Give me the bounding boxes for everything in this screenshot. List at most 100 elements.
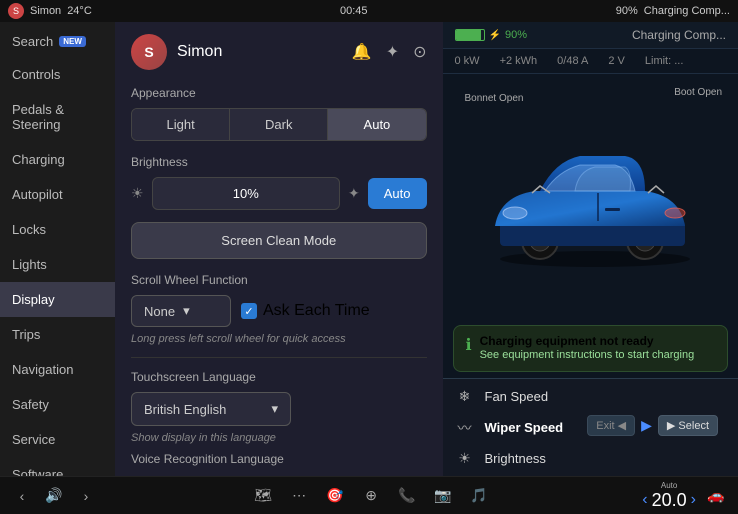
- battery-bar: [455, 29, 485, 41]
- language-value: British English: [144, 402, 226, 417]
- scroll-hint: Long press left scroll wheel for quick a…: [131, 333, 427, 345]
- service-label: Service: [12, 432, 55, 447]
- ask-each-time-checkbox[interactable]: ✓: [241, 303, 257, 319]
- taskbar-center: 🗺 ⋯ 🎯 ⊕ 📞 📷 🎵: [249, 482, 493, 510]
- lightning-icon: ⚡: [489, 30, 501, 41]
- sidebar-item-charging[interactable]: Charging: [0, 142, 115, 177]
- fan-speed-row[interactable]: ❄ Fan Speed: [443, 383, 738, 410]
- exit-button[interactable]: Exit ◀: [587, 415, 635, 436]
- brightness-auto-btn[interactable]: Auto: [368, 178, 427, 209]
- battery-indicator: ⚡ 90%: [455, 29, 527, 41]
- brightness-overlay-icon: ☀: [455, 450, 475, 467]
- sidebar-item-pedals[interactable]: Pedals & Steering: [0, 92, 115, 142]
- phone-icon[interactable]: 📞: [393, 482, 421, 510]
- auto-label: Auto: [661, 481, 677, 490]
- speed-right-chevron[interactable]: ›: [691, 491, 696, 509]
- language-dropdown[interactable]: British English ▾: [131, 392, 291, 426]
- header-icons: 🔔 ✦ ⊙: [352, 42, 427, 62]
- brightness-high-icon: ✦: [348, 185, 360, 202]
- right-panel: ⚡ 90% Charging Comp... 0 kW +2 kWh 0/48 …: [443, 22, 738, 476]
- stat-kw: 0 kW: [455, 55, 480, 67]
- brightness-label: Brightness: [131, 155, 427, 169]
- controls-label: Controls: [12, 67, 60, 82]
- target-icon[interactable]: 🎯: [321, 482, 349, 510]
- car-svg: [460, 121, 720, 271]
- sidebar-item-lights[interactable]: Lights: [0, 247, 115, 282]
- right-chevron-icon: ▶: [641, 417, 652, 434]
- battery-fill: [456, 30, 481, 40]
- back-button[interactable]: ‹: [8, 482, 36, 510]
- sidebar-item-display[interactable]: Display: [0, 282, 115, 317]
- sidebar-item-autopilot[interactable]: Autopilot: [0, 177, 115, 212]
- sidebar-item-navigation[interactable]: Navigation: [0, 352, 115, 387]
- trips-label: Trips: [12, 327, 40, 342]
- sidebar-item-safety[interactable]: Safety: [0, 387, 115, 422]
- map-icon[interactable]: 🗺: [249, 482, 277, 510]
- boot-label: Boot Open: [674, 86, 722, 99]
- wiper-speed-row[interactable]: 〰 Wiper Speed Exit ◀ ▶ ▶ Select: [443, 410, 738, 445]
- fan-icon: ❄: [455, 388, 475, 405]
- charging-stats: 0 kW +2 kWh 0/48 A 2 V Limit: ...: [443, 49, 738, 74]
- wifi-icon[interactable]: ⊙: [413, 42, 426, 62]
- brightness-overlay-row[interactable]: ☀ Brightness: [443, 445, 738, 472]
- stat-limit: Limit: ...: [645, 55, 684, 67]
- lights-label: Lights: [12, 257, 47, 272]
- scroll-dropdown[interactable]: None ▾: [131, 295, 231, 327]
- sidebar-item-service[interactable]: Service: [0, 422, 115, 457]
- car-visualization: Bonnet Open Boot Open: [443, 74, 738, 319]
- top-temp: 24°C: [67, 5, 92, 17]
- bonnet-label: Bonnet Open: [465, 92, 524, 105]
- camera-icon[interactable]: 📷: [429, 482, 457, 510]
- screen-clean-button[interactable]: Screen Clean Mode: [131, 222, 427, 259]
- sidebar-item-locks[interactable]: Locks: [0, 212, 115, 247]
- charging-header: ⚡ 90% Charging Comp...: [443, 22, 738, 49]
- appearance-auto-btn[interactable]: Auto: [328, 109, 425, 140]
- sidebar-item-software[interactable]: Software: [0, 457, 115, 476]
- top-username: Simon: [30, 5, 61, 17]
- stat-kwh: +2 kWh: [500, 55, 538, 67]
- display-label: Display: [12, 292, 55, 307]
- locks-label: Locks: [12, 222, 46, 237]
- top-charging-title: Charging Comp...: [644, 5, 730, 17]
- music-icon[interactable]: 🎵: [465, 482, 493, 510]
- main-area: Search NEW Controls Pedals & Steering Ch…: [0, 22, 738, 476]
- circle-icon[interactable]: ⊕: [357, 482, 385, 510]
- taskbar-left: ‹ 🔊 ›: [8, 482, 100, 510]
- chevron-down-icon: ▾: [183, 303, 190, 319]
- show-lang-text: Show display in this language: [131, 432, 427, 444]
- appearance-toggle: Light Dark Auto: [131, 108, 427, 141]
- avatar: S: [131, 34, 167, 70]
- ask-each-time-label: Ask Each Time: [263, 302, 370, 320]
- forward-button[interactable]: ›: [72, 482, 100, 510]
- appearance-dark-btn[interactable]: Dark: [230, 109, 328, 140]
- bluetooth-icon[interactable]: ✦: [386, 42, 399, 62]
- brightness-low-icon: ☀: [131, 185, 144, 202]
- speed-left-chevron[interactable]: ‹: [642, 491, 647, 509]
- appearance-section-label: Appearance: [131, 86, 427, 100]
- user-info: S Simon: [131, 34, 222, 70]
- sidebar-item-controls[interactable]: Controls: [0, 57, 115, 92]
- stat-volt: 2 V: [608, 55, 625, 67]
- apps-icon[interactable]: ⋯: [285, 482, 313, 510]
- sidebar-item-trips[interactable]: Trips: [0, 317, 115, 352]
- bottom-overlay: ❄ Fan Speed 〰 Wiper Speed Exit ◀ ▶ ▶ Sel…: [443, 378, 738, 476]
- appearance-light-btn[interactable]: Light: [132, 109, 230, 140]
- charging-notification: ℹ Charging equipment not ready See equip…: [453, 325, 729, 372]
- scroll-wheel-row: None ▾ ✓ Ask Each Time: [131, 295, 427, 327]
- select-button[interactable]: ▶ Select: [658, 415, 718, 436]
- search-label: Search: [12, 34, 53, 49]
- chevron-down-icon-lang: ▾: [271, 401, 278, 417]
- voice-recognition-label: Voice Recognition Language: [131, 452, 427, 466]
- bell-icon[interactable]: 🔔: [352, 42, 372, 62]
- taskbar: ‹ 🔊 › 🗺 ⋯ 🎯 ⊕ 📞 📷 🎵 Auto ‹ 20.0 › 🚗: [0, 476, 738, 514]
- volume-button[interactable]: 🔊: [40, 482, 68, 510]
- stat-amp: 0/48 A: [557, 55, 588, 67]
- settings-panel: S Simon 🔔 ✦ ⊙ Appearance Light Dark Auto…: [115, 22, 443, 476]
- charging-title: Charging Comp...: [632, 28, 726, 42]
- brightness-value: 10%: [233, 186, 259, 201]
- top-bar-left: S Simon 24°C: [8, 3, 92, 19]
- car-button[interactable]: 🚗: [702, 482, 730, 510]
- user-name: Simon: [177, 43, 222, 61]
- sidebar-item-search[interactable]: Search NEW: [0, 26, 115, 57]
- wiper-speed-label: Wiper Speed: [485, 420, 570, 435]
